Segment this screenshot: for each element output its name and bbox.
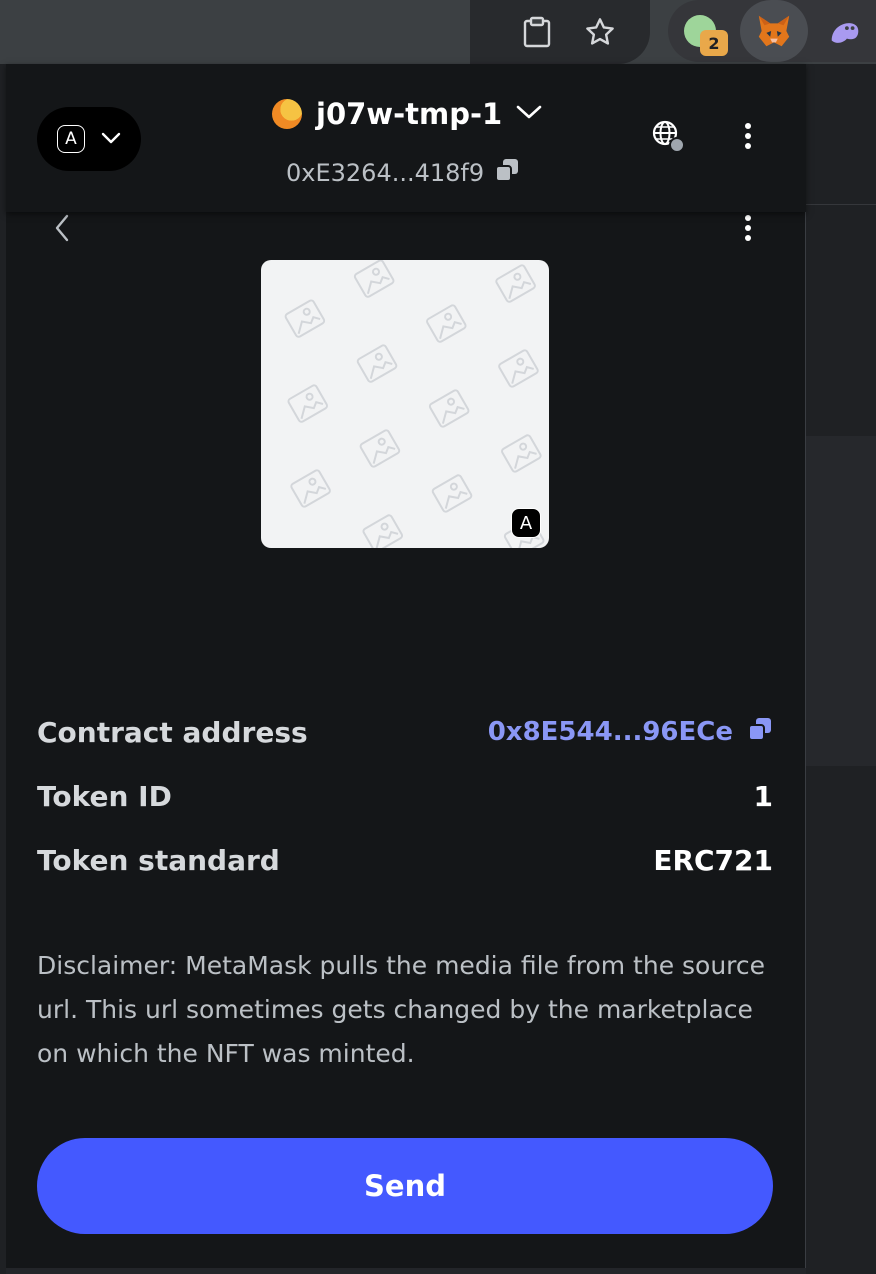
more-vertical-icon — [744, 122, 752, 154]
connected-sites-button[interactable] — [644, 114, 692, 162]
omnibox-end — [470, 0, 650, 64]
extension-badge-count: 2 — [700, 30, 728, 56]
account-picker[interactable]: j07w-tmp-1 — [272, 94, 542, 134]
token-standard-label: Token standard — [37, 843, 280, 877]
chevron-left-icon — [54, 214, 70, 246]
more-vertical-icon — [744, 214, 752, 246]
contract-address-label: Contract address — [37, 715, 308, 749]
nft-details-nav — [6, 206, 806, 250]
background-page — [806, 64, 876, 1274]
popup-header: A j07w-tmp-1 0xE3264...418f9 — [6, 64, 806, 212]
nft-options-button[interactable] — [724, 206, 772, 254]
account-name: j07w-tmp-1 — [316, 97, 503, 131]
copy-icon — [494, 157, 520, 189]
send-button[interactable]: Send — [37, 1138, 773, 1234]
image-placeholder-pattern-icon — [283, 260, 546, 548]
nft-image-placeholder: A — [261, 260, 549, 548]
clipboard-icon[interactable] — [517, 12, 557, 52]
browser-toolbar: 2 — [0, 0, 876, 64]
chevron-down-icon — [516, 104, 542, 124]
account-address: 0xE3264...418f9 — [286, 159, 485, 187]
contract-address-value: 0x8E544...96ECe — [487, 717, 733, 747]
globe-icon — [650, 118, 686, 158]
metamask-fox-icon[interactable] — [754, 11, 794, 51]
nft-details: Contract address 0x8E544...96ECe Token I… — [37, 700, 773, 892]
ghost-extension-icon[interactable] — [825, 11, 865, 51]
nft-network-badge: A — [511, 508, 541, 538]
copy-icon — [747, 716, 773, 749]
contract-address-copy[interactable]: 0x8E544...96ECe — [488, 716, 773, 749]
detail-row-token-standard: Token standard ERC721 — [37, 828, 773, 892]
account-options-button[interactable] — [724, 114, 772, 162]
disclaimer-text: Disclaimer: MetaMask pulls the media fil… — [37, 951, 766, 1068]
detail-row-contract: Contract address 0x8E544...96ECe — [37, 700, 773, 764]
metamask-popup: A j07w-tmp-1 0xE3264...418f9 A Contract … — [6, 64, 806, 1268]
network-picker[interactable]: A — [37, 107, 141, 171]
account-avatar — [272, 99, 302, 129]
token-id-label: Token ID — [37, 779, 172, 813]
detail-row-token-id: Token ID 1 — [37, 764, 773, 828]
back-button[interactable] — [38, 206, 86, 254]
bookmark-star-icon[interactable] — [580, 12, 620, 52]
chevron-down-icon — [101, 130, 121, 149]
token-id-value: 1 — [753, 779, 773, 813]
account-address-copy[interactable]: 0xE3264...418f9 — [286, 156, 520, 190]
token-standard-value: ERC721 — [653, 843, 773, 877]
network-avatar: A — [57, 125, 85, 153]
